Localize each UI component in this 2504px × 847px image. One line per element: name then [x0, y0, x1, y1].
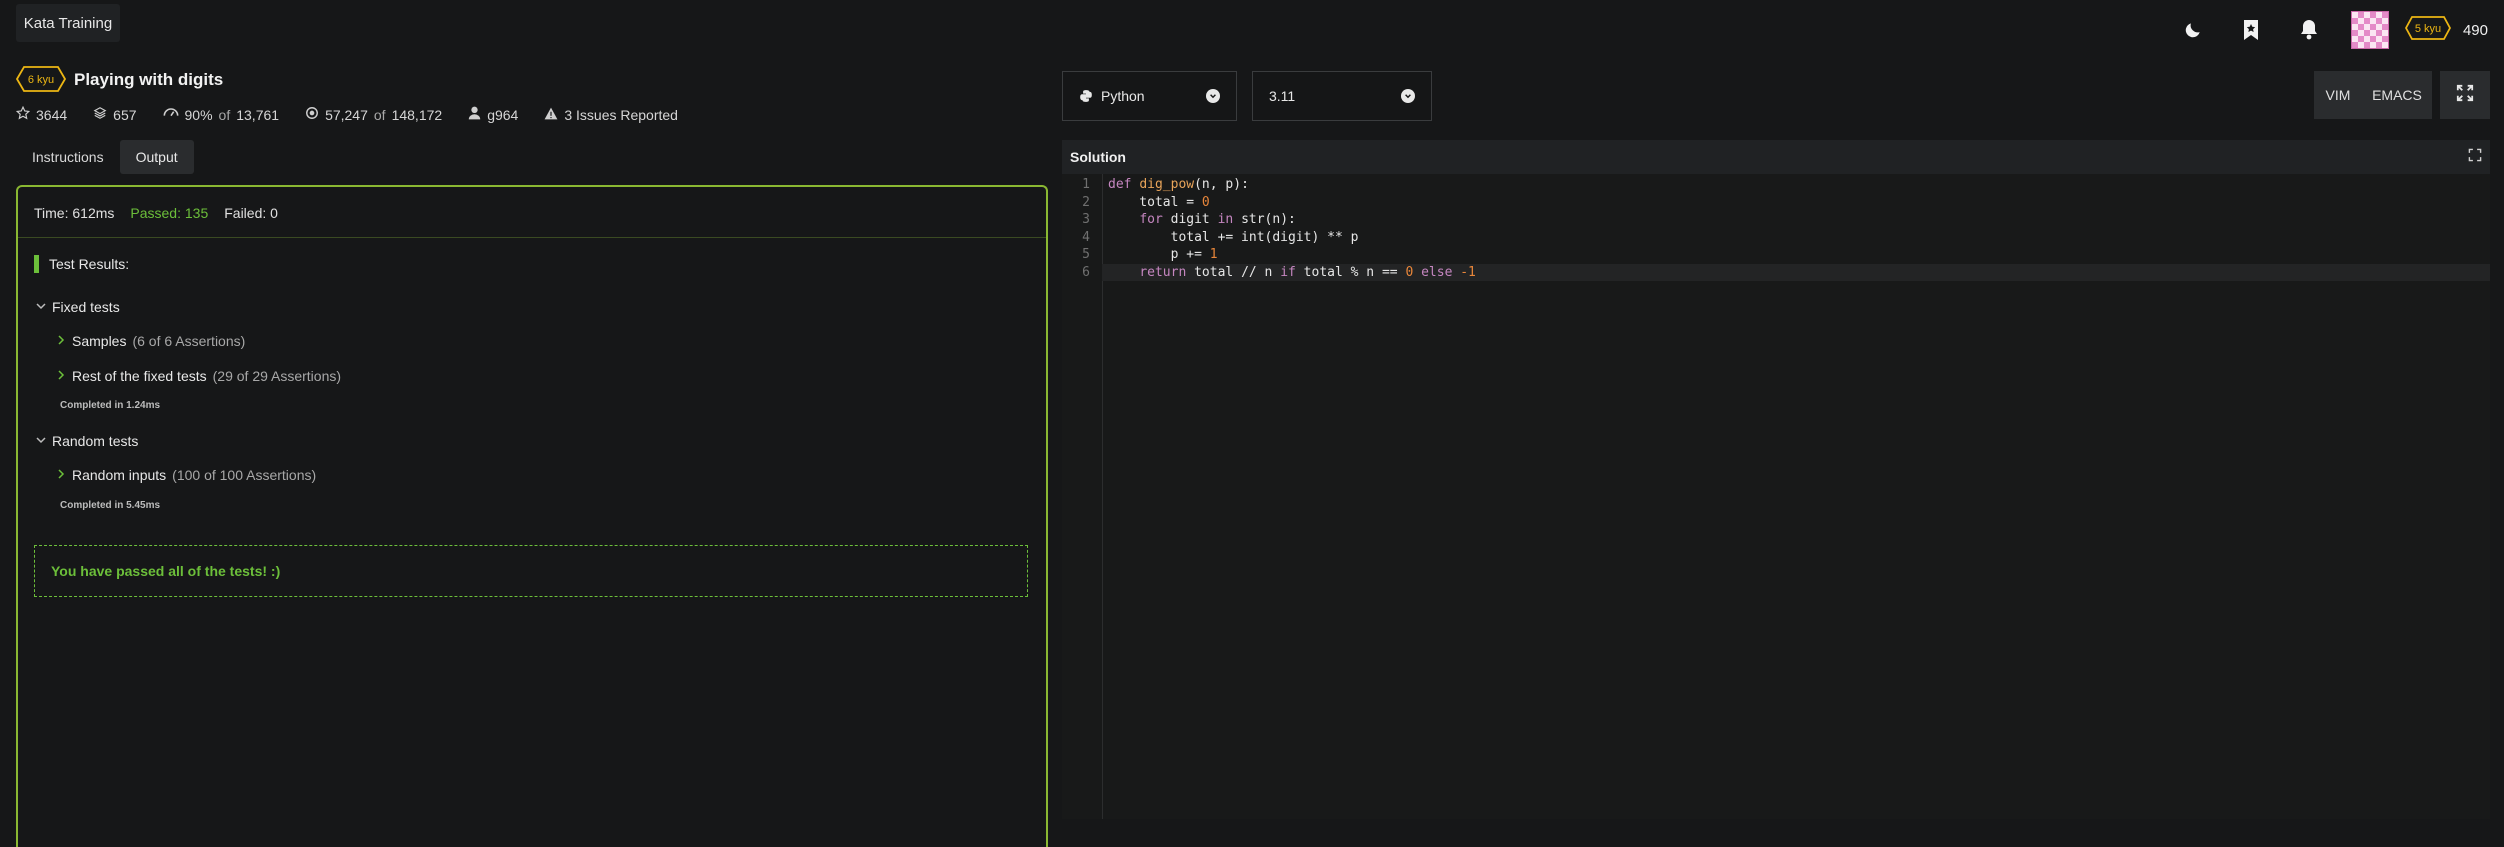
version-label: 3.11 — [1269, 88, 1296, 104]
stars-count: 3644 — [36, 106, 68, 123]
failed-count: Failed: 0 — [224, 205, 278, 221]
author-stat[interactable]: g964 — [468, 106, 518, 123]
top-nav-icons: 5 kyu 490 — [2149, 10, 2488, 50]
test-item-label: Rest of the fixed tests — [72, 368, 207, 384]
honor-score: 490 — [2462, 21, 2488, 39]
satisfaction-icon — [163, 106, 179, 123]
author-name: g964 — [487, 106, 519, 123]
code-line: def dig_pow(n, p): — [1108, 177, 1249, 192]
code-line: p += 1 — [1108, 247, 1218, 262]
test-item-detail: (29 of 29 Assertions) — [212, 368, 342, 384]
completed-of: of — [373, 106, 386, 123]
test-item-rest-fixed[interactable]: Rest of the fixed tests (29 of 29 Assert… — [56, 368, 341, 384]
completed-time-fixed: Completed in 1.24ms — [60, 400, 161, 411]
passed-count: Passed: 135 — [130, 205, 209, 221]
line-number: 6 — [1082, 264, 1090, 280]
version-select[interactable]: 3.11 — [1252, 71, 1432, 121]
collections-stat: 657 — [93, 106, 137, 123]
issues-stat[interactable]: 3 Issues Reported — [544, 107, 678, 123]
divider — [18, 237, 1046, 238]
chevron-down-icon — [1206, 89, 1220, 103]
chevron-right-icon — [56, 468, 66, 482]
test-item-detail: (100 of 100 Assertions) — [172, 467, 317, 483]
output-panel: Time: 612ms Passed: 135 Failed: 0 Test R… — [16, 185, 1048, 847]
completed-count: 57,247 — [325, 106, 368, 123]
code-line: total = 0 — [1108, 194, 1210, 210]
kata-kyu-badge: 6 kyu — [15, 66, 67, 97]
svg-text:5 kyu: 5 kyu — [2415, 23, 2441, 35]
expand-icon[interactable] — [2468, 148, 2482, 167]
kata-training-link[interactable]: Kata Training — [16, 4, 120, 42]
test-item-samples[interactable]: Samples (6 of 6 Assertions) — [56, 333, 245, 349]
line-number: 1 — [1082, 177, 1090, 192]
collections-count: 657 — [113, 106, 137, 123]
chevron-right-icon — [56, 334, 66, 348]
test-results-heading: Test Results: — [34, 255, 129, 273]
svg-text:6 kyu: 6 kyu — [28, 74, 54, 86]
result-status-bar — [34, 255, 39, 273]
completed-time-random: Completed in 5.45ms — [60, 500, 161, 511]
group-title: Random tests — [52, 433, 139, 449]
test-item-detail: (6 of 6 Assertions) — [132, 333, 246, 349]
moon-icon[interactable] — [2179, 16, 2207, 44]
solution-title: Solution — [1070, 149, 1126, 165]
avatar[interactable] — [2350, 11, 2389, 49]
success-message: You have passed all of the tests! :) — [34, 545, 1028, 597]
kata-title: Playing with digits — [74, 70, 224, 89]
target-icon — [305, 106, 319, 123]
chevron-down-icon — [36, 300, 46, 314]
test-item-random-inputs[interactable]: Random inputs (100 of 100 Assertions) — [56, 467, 316, 483]
bell-icon[interactable] — [2295, 16, 2323, 44]
panel-tabs: Instructions Output — [16, 140, 194, 174]
chevron-down-icon — [1401, 89, 1415, 103]
vim-mode-button[interactable]: VIM — [2314, 71, 2362, 119]
group-title: Fixed tests — [52, 299, 120, 315]
star-icon — [15, 105, 31, 123]
stars-stat[interactable]: 3644 — [15, 105, 68, 123]
satisfaction-of: of — [218, 106, 231, 123]
line-number: 2 — [1082, 194, 1090, 210]
run-summary: Time: 612ms Passed: 135 Failed: 0 — [34, 205, 278, 221]
rank-badge: 5 kyu — [2404, 15, 2451, 45]
completed-total: 148,172 — [391, 106, 443, 123]
issues-count: 3 Issues Reported — [564, 106, 678, 123]
success-text: You have passed all of the tests! :) — [51, 563, 281, 579]
line-number: 4 — [1082, 229, 1090, 245]
code-line: for digit in str(n): — [1139, 212, 1296, 227]
tab-instructions[interactable]: Instructions — [16, 140, 120, 174]
tab-output[interactable]: Output — [119, 140, 194, 174]
fullscreen-button[interactable] — [2440, 71, 2490, 119]
test-item-label: Random inputs — [72, 467, 167, 483]
user-icon — [468, 106, 481, 123]
completed-stat: 57,247 of 148,172 — [305, 106, 442, 123]
editor-mode-group: VIM EMACS — [2314, 71, 2432, 119]
brand-label: Kata Training — [23, 14, 113, 32]
bookmark-icon[interactable] — [2237, 16, 2265, 44]
warning-icon — [544, 107, 558, 123]
expand-icon — [2456, 84, 2474, 107]
python-icon — [1079, 89, 1093, 103]
layers-icon — [93, 106, 107, 123]
line-number: 5 — [1082, 247, 1090, 262]
satisfaction-stat: 90% of 13,761 — [163, 106, 280, 123]
chevron-right-icon — [56, 369, 66, 383]
solution-header: Solution — [1062, 140, 2490, 174]
group-random-tests[interactable]: Random tests — [36, 433, 138, 449]
code-line: return total // n if total % n == 0 else… — [1139, 264, 1476, 280]
kata-stats: 3644 657 90% of 13,761 57,247 of 148,172… — [15, 105, 678, 123]
chevron-down-icon — [36, 434, 46, 448]
satisfaction-pct: 90% — [184, 106, 213, 123]
satisfaction-total: 13,761 — [236, 106, 280, 123]
emacs-mode-button[interactable]: EMACS — [2362, 71, 2432, 119]
code-editor[interactable]: 1 2 3 4 5 6 def dig_pow(n, p): total = 0… — [1062, 174, 2490, 819]
code-line: total += int(digit) ** p — [1108, 229, 1359, 245]
group-fixed-tests[interactable]: Fixed tests — [36, 299, 120, 315]
language-label: Python — [1101, 88, 1145, 104]
test-results-label: Test Results: — [49, 256, 130, 272]
language-select[interactable]: Python — [1062, 71, 1237, 121]
test-item-label: Samples — [72, 333, 127, 349]
run-time: Time: 612ms — [34, 205, 115, 221]
line-number: 3 — [1082, 212, 1090, 227]
